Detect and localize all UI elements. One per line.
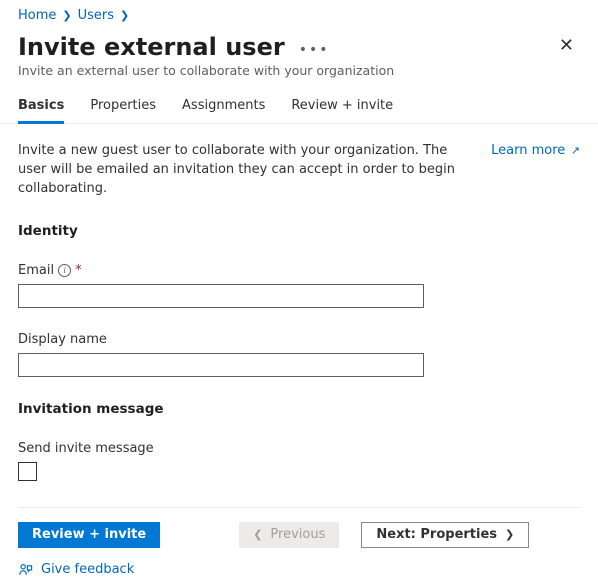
section-identity: Identity (18, 223, 580, 239)
send-invite-checkbox[interactable] (18, 462, 37, 481)
section-invitation: Invitation message (18, 401, 580, 417)
info-icon[interactable]: i (58, 264, 71, 277)
chevron-right-icon: ❯ (62, 9, 71, 22)
page-subtitle: Invite an external user to collaborate w… (0, 61, 598, 78)
footer-actions: Review + invite ❮ Previous Next: Propert… (0, 508, 598, 548)
intro-text: Invite a new guest user to collaborate w… (18, 142, 475, 199)
breadcrumb-home[interactable]: Home (18, 8, 56, 23)
review-invite-button[interactable]: Review + invite (18, 522, 160, 548)
chevron-left-icon: ❮ (253, 528, 262, 541)
breadcrumb: Home ❯ Users ❯ (0, 0, 598, 27)
feedback-icon (18, 562, 33, 577)
next-label: Next: Properties (376, 527, 497, 542)
email-label: Email (18, 263, 54, 278)
previous-label: Previous (270, 527, 325, 542)
previous-button: ❮ Previous (239, 522, 339, 548)
required-indicator: * (75, 263, 82, 278)
email-field[interactable] (18, 284, 424, 308)
chevron-right-icon: ❯ (120, 9, 129, 22)
tab-assignments[interactable]: Assignments (182, 98, 265, 124)
chevron-right-icon: ❯ (505, 528, 514, 541)
learn-more-label: Learn more (491, 143, 565, 158)
give-feedback-link[interactable]: Give feedback (0, 548, 598, 585)
next-properties-button[interactable]: Next: Properties ❯ (361, 522, 529, 548)
close-button[interactable]: ✕ (553, 33, 580, 59)
page-title: Invite external user (18, 33, 285, 61)
feedback-label: Give feedback (41, 562, 134, 577)
send-invite-label: Send invite message (18, 441, 154, 456)
display-name-field[interactable] (18, 353, 424, 377)
tab-properties[interactable]: Properties (90, 98, 156, 124)
breadcrumb-users[interactable]: Users (78, 8, 114, 23)
tab-basics[interactable]: Basics (18, 98, 64, 124)
tab-bar: Basics Properties Assignments Review + i… (0, 78, 598, 124)
learn-more-link[interactable]: Learn more ↗ (491, 142, 580, 161)
more-icon[interactable]: ••• (299, 37, 330, 57)
external-link-icon: ↗ (567, 144, 580, 157)
display-name-label: Display name (18, 332, 107, 347)
tab-review-invite[interactable]: Review + invite (291, 98, 393, 124)
